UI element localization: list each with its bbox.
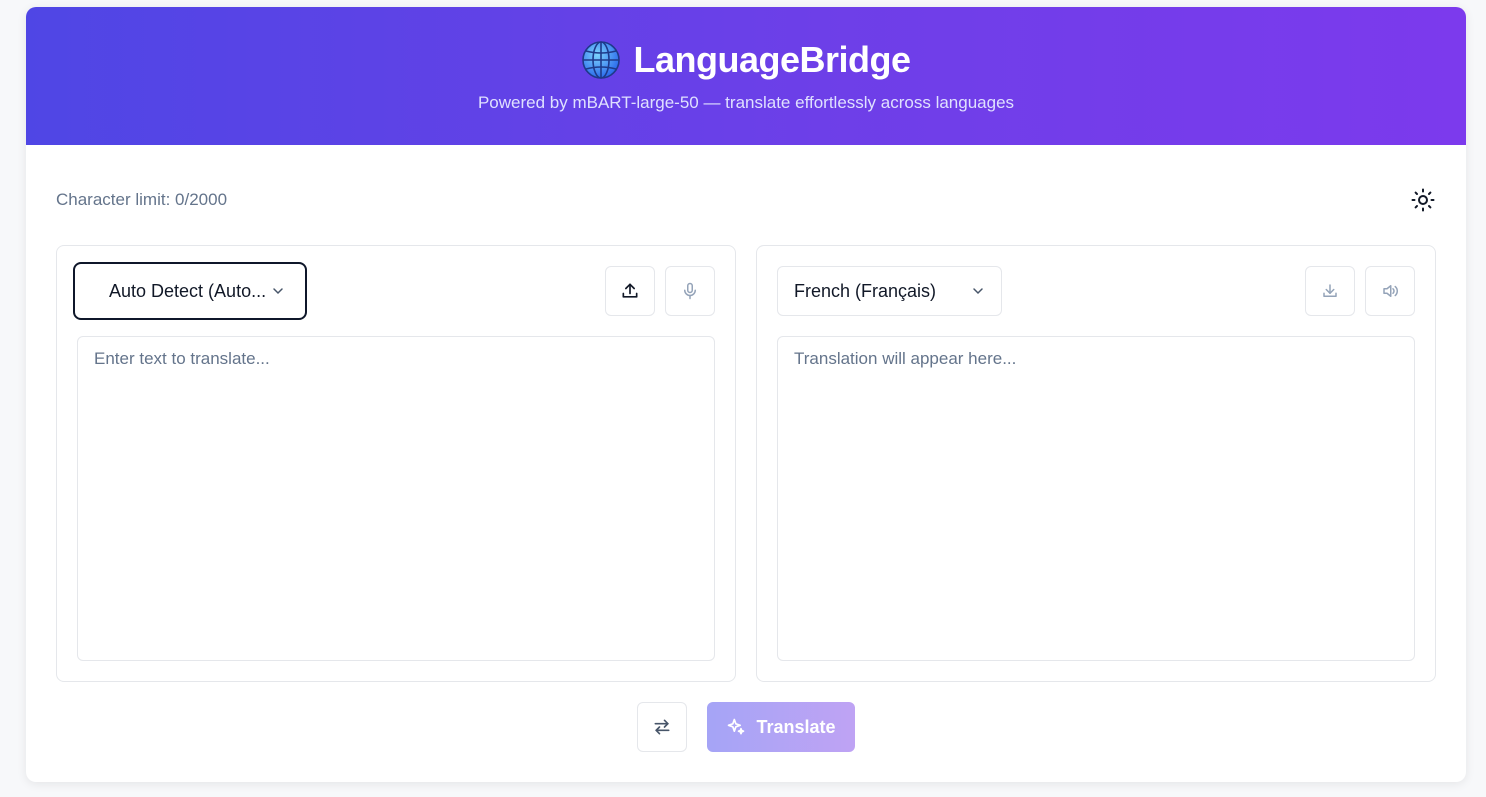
title-row: LanguageBridge	[581, 39, 911, 81]
translate-label: Translate	[756, 716, 836, 737]
target-panel-header: French (Français)	[777, 266, 1415, 316]
sun-icon	[1411, 188, 1435, 212]
download-icon	[1323, 284, 1337, 297]
translate-button[interactable]: Translate	[707, 702, 855, 752]
source-panel-header: Auto Detect (Auto...	[73, 262, 715, 320]
speak-button[interactable]	[1365, 266, 1415, 316]
sparkles-icon	[728, 718, 745, 735]
source-panel: Auto Detect (Auto...	[56, 245, 736, 682]
toolbar: Character limit: 0/2000	[56, 185, 1436, 215]
globe-icon	[581, 40, 621, 80]
target-panel: French (Français)	[756, 245, 1436, 682]
chevron-down-icon	[271, 284, 285, 298]
source-language-select[interactable]: Auto Detect (Auto...	[73, 262, 307, 320]
upload-button[interactable]	[605, 266, 655, 316]
microphone-button[interactable]	[665, 266, 715, 316]
source-actions	[605, 266, 715, 316]
target-actions	[1305, 266, 1415, 316]
swap-icon	[654, 719, 670, 735]
speaker-icon	[1383, 285, 1398, 297]
download-button[interactable]	[1305, 266, 1355, 316]
action-bar: Translate	[26, 702, 1466, 752]
target-language-value: French (Français)	[794, 280, 937, 301]
app-title: LanguageBridge	[633, 39, 911, 80]
header-banner: LanguageBridge Powered by mBART-large-50…	[26, 7, 1466, 145]
character-limit: Character limit: 0/2000	[56, 190, 228, 209]
swap-languages-button[interactable]	[637, 702, 687, 752]
upload-icon	[622, 283, 638, 298]
source-language-value: Auto Detect (Auto...	[109, 280, 267, 301]
app-subtitle: Powered by mBART-large-50 — translate ef…	[477, 93, 1015, 112]
app-card: LanguageBridge Powered by mBART-large-50…	[26, 7, 1466, 782]
translation-output[interactable]	[777, 336, 1415, 661]
source-text-input[interactable]	[77, 336, 715, 661]
chevron-down-icon	[971, 284, 985, 298]
microphone-icon	[684, 282, 696, 300]
target-language-select[interactable]: French (Français)	[777, 266, 1002, 316]
theme-toggle-button[interactable]	[1408, 185, 1438, 215]
